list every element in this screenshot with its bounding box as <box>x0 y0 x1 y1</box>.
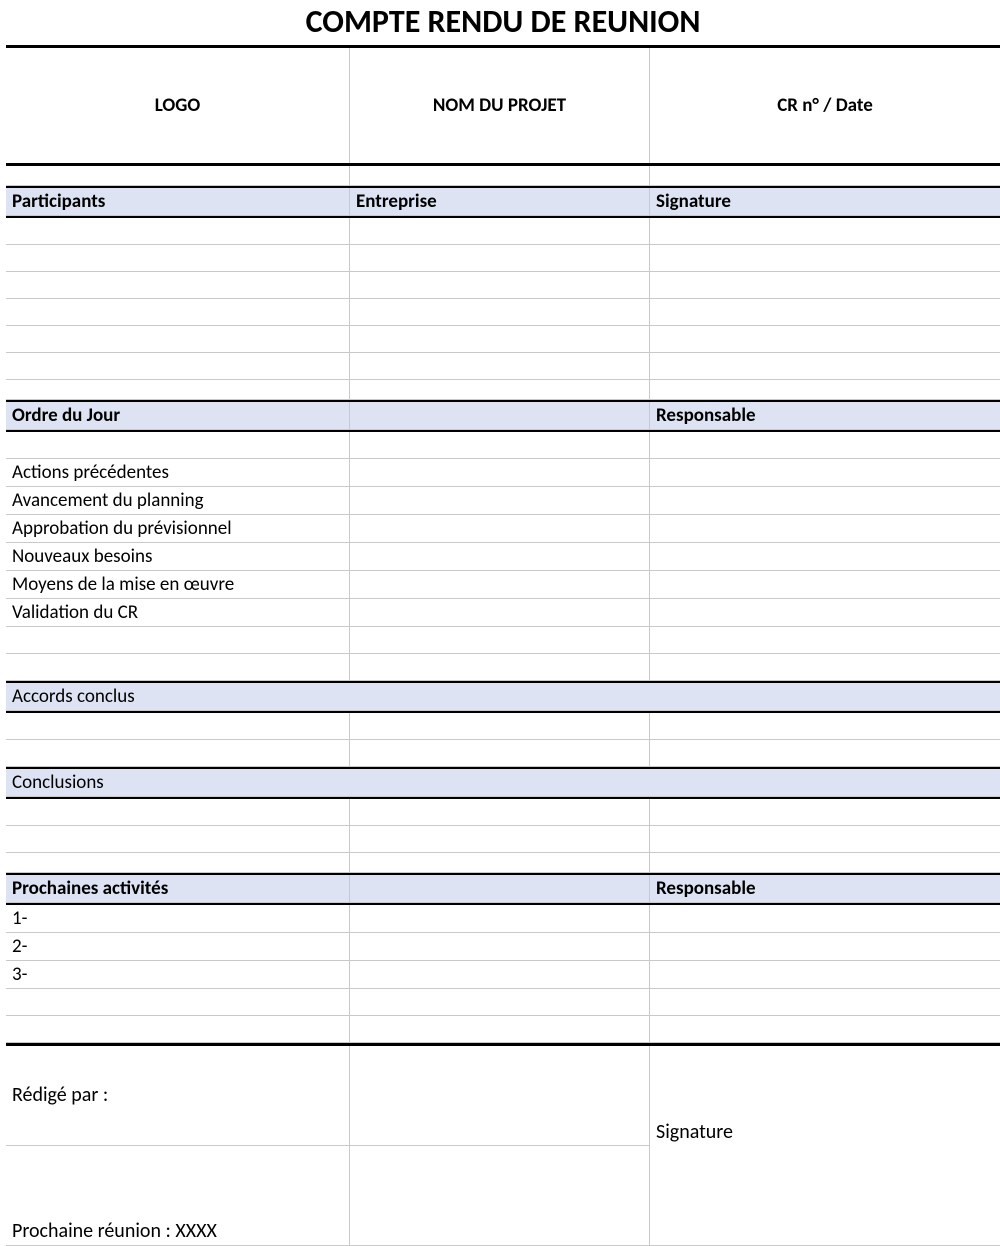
agenda-header-row: Ordre du Jour Responsable <box>6 402 1000 432</box>
col-responsable: Responsable <box>650 875 1000 903</box>
prochaine-reunion-label: Prochaine réunion : XXXX <box>6 1146 350 1246</box>
table-row <box>6 353 1000 380</box>
table-row <box>6 826 1000 853</box>
participant-cell[interactable] <box>6 272 350 299</box>
agenda-item[interactable]: Avancement du planning <box>6 487 350 515</box>
spacer-row <box>6 853 1000 875</box>
table-row: Avancement du planning <box>6 487 1000 515</box>
entreprise-cell[interactable] <box>350 218 650 245</box>
footer-row-2: Prochaine réunion : XXXX <box>6 1146 1000 1246</box>
table-row: 1- <box>6 905 1000 933</box>
spacer-row <box>6 166 1000 188</box>
conclusions-title: Conclusions <box>6 769 1000 797</box>
table-row <box>6 654 1000 683</box>
table-row: 2- <box>6 933 1000 961</box>
accords-header-row: Accords conclus <box>6 683 1000 713</box>
table-row: Actions précédentes <box>6 459 1000 487</box>
agenda-item[interactable]: Nouveaux besoins <box>6 543 350 571</box>
responsable-cell[interactable] <box>650 487 1000 515</box>
spacer-row <box>6 380 1000 402</box>
responsable-cell[interactable] <box>650 599 1000 627</box>
signature-label: Signature <box>650 1046 1000 1146</box>
col-responsable: Responsable <box>650 402 1000 430</box>
agenda-item[interactable]: Approbation du prévisionnel <box>6 515 350 543</box>
meeting-minutes-sheet: COMPTE RENDU DE REUNION LOGO NOM DU PROJ… <box>6 0 1000 1246</box>
entreprise-cell[interactable] <box>350 353 650 380</box>
conclusions-header-row: Conclusions <box>6 769 1000 799</box>
signature-cell[interactable] <box>650 326 1000 353</box>
table-row <box>6 740 1000 769</box>
col-entreprise: Entreprise <box>350 188 650 216</box>
agenda-item[interactable]: Moyens de la mise en œuvre <box>6 571 350 599</box>
document-title: COMPTE RENDU DE REUNION <box>6 0 1000 48</box>
next-activities-header-row: Prochaines activités Responsable <box>6 875 1000 905</box>
logo-placeholder: LOGO <box>6 48 350 163</box>
responsable-cell[interactable] <box>650 933 1000 961</box>
table-row: Nouveaux besoins <box>6 543 1000 571</box>
redige-par-label: Rédigé par : <box>6 1046 350 1146</box>
responsable-cell[interactable] <box>650 905 1000 933</box>
responsable-cell[interactable] <box>650 543 1000 571</box>
table-row <box>6 272 1000 299</box>
table-row <box>6 432 1000 459</box>
responsable-cell[interactable] <box>650 961 1000 989</box>
responsable-cell[interactable] <box>650 459 1000 487</box>
next-activity-item[interactable]: 1- <box>6 905 350 933</box>
accords-title: Accords conclus <box>6 683 1000 711</box>
agenda-item[interactable]: Validation du CR <box>6 599 350 627</box>
table-row <box>6 989 1000 1016</box>
col-signature: Signature <box>650 188 1000 216</box>
entreprise-cell[interactable] <box>350 299 650 326</box>
table-row <box>6 245 1000 272</box>
table-row: 3- <box>6 961 1000 989</box>
next-activity-item[interactable]: 2- <box>6 933 350 961</box>
table-row <box>6 1016 1000 1046</box>
agenda-item[interactable]: Actions précédentes <box>6 459 350 487</box>
col-ordre-du-jour: Ordre du Jour <box>6 402 350 430</box>
table-row <box>6 627 1000 654</box>
responsable-cell[interactable] <box>650 515 1000 543</box>
signature-cell[interactable] <box>650 299 1000 326</box>
table-row <box>6 218 1000 245</box>
signature-cell[interactable] <box>650 353 1000 380</box>
participant-cell[interactable] <box>6 218 350 245</box>
cr-number-date-header: CR n° / Date <box>650 48 1000 163</box>
entreprise-cell[interactable] <box>350 272 650 299</box>
next-activity-item[interactable]: 3- <box>6 961 350 989</box>
table-row <box>6 713 1000 740</box>
responsable-cell[interactable] <box>650 571 1000 599</box>
participants-header-row: Participants Entreprise Signature <box>6 188 1000 218</box>
entreprise-cell[interactable] <box>350 326 650 353</box>
participant-cell[interactable] <box>6 353 350 380</box>
col-prochaines-activites: Prochaines activités <box>6 875 350 903</box>
header-row: LOGO NOM DU PROJET CR n° / Date <box>6 48 1000 166</box>
footer-row-1: Rédigé par : Signature <box>6 1046 1000 1146</box>
table-row: Moyens de la mise en œuvre <box>6 571 1000 599</box>
signature-cell[interactable] <box>650 218 1000 245</box>
table-row: Approbation du prévisionnel <box>6 515 1000 543</box>
entreprise-cell[interactable] <box>350 245 650 272</box>
table-row: Validation du CR <box>6 599 1000 627</box>
participant-cell[interactable] <box>6 245 350 272</box>
table-row <box>6 326 1000 353</box>
table-row <box>6 299 1000 326</box>
participant-cell[interactable] <box>6 299 350 326</box>
col-participants: Participants <box>6 188 350 216</box>
table-row <box>6 799 1000 826</box>
participant-cell[interactable] <box>6 326 350 353</box>
project-name-header: NOM DU PROJET <box>350 48 650 163</box>
signature-cell[interactable] <box>650 245 1000 272</box>
signature-cell[interactable] <box>650 272 1000 299</box>
